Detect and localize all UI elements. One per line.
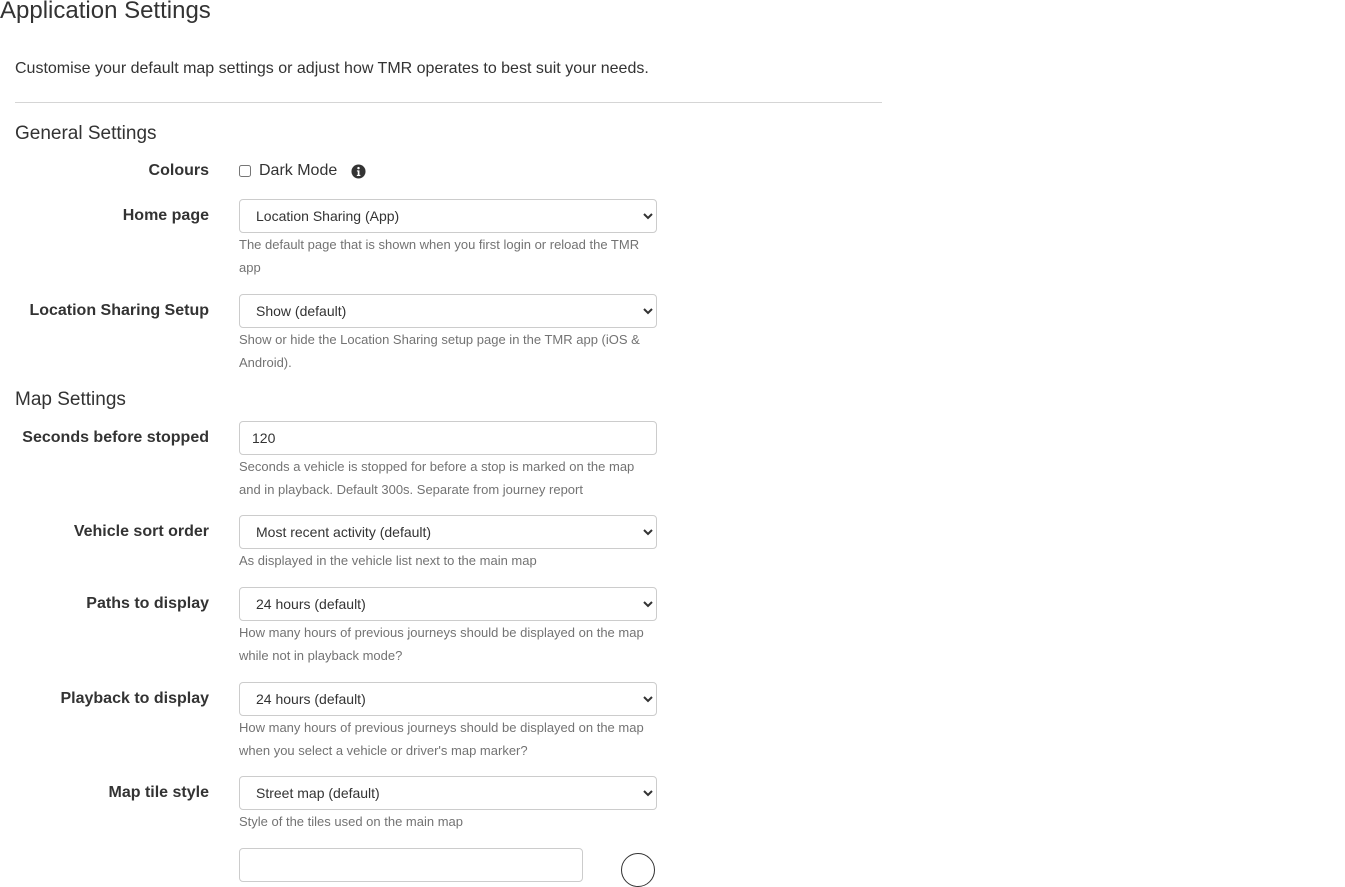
- next-setting-control[interactable]: [239, 848, 583, 882]
- sort-order-label: Vehicle sort order: [73, 523, 209, 540]
- page-intro: Customise your default map settings or a…: [15, 60, 649, 77]
- info-circle-icon[interactable]: [351, 163, 366, 179]
- tile-style-help: Style of the tiles used on the main map: [239, 814, 464, 829]
- location-sharing-help: Show or hide the Location Sharing setup …: [239, 332, 640, 370]
- seconds-stopped-help: Seconds a vehicle is stopped for before …: [239, 459, 635, 497]
- playback-select[interactable]: 24 hours (default): [239, 682, 657, 716]
- dark-mode-checkbox[interactable]: [239, 165, 251, 177]
- dark-mode-row: Dark Mode: [239, 161, 366, 181]
- seconds-stopped-input[interactable]: [239, 421, 657, 455]
- paths-select[interactable]: 24 hours (default): [239, 587, 657, 621]
- paths-help: How many hours of previous journeys shou…: [239, 625, 644, 663]
- tile-style-select[interactable]: Street map (default): [239, 776, 657, 810]
- general-settings-title: General Settings: [15, 123, 157, 144]
- map-settings-title: Map Settings: [15, 389, 126, 410]
- sort-order-help: As displayed in the vehicle list next to…: [239, 553, 537, 568]
- playback-help: How many hours of previous journeys shou…: [239, 720, 644, 758]
- tile-style-label: Map tile style: [108, 784, 209, 801]
- location-sharing-label: Location Sharing Setup: [29, 302, 209, 319]
- home-page-help: The default page that is shown when you …: [239, 237, 640, 275]
- dark-mode-label[interactable]: Dark Mode: [259, 162, 337, 180]
- colours-label: Colours: [148, 162, 209, 179]
- paths-label: Paths to display: [86, 595, 209, 612]
- home-page-select[interactable]: Location Sharing (App): [239, 199, 657, 233]
- divider: [15, 102, 882, 103]
- playback-label: Playback to display: [60, 690, 209, 707]
- location-sharing-select[interactable]: Show (default): [239, 294, 657, 328]
- page-title: Application Settings: [0, 0, 211, 24]
- next-setting-circle-button[interactable]: [621, 853, 655, 887]
- sort-order-select[interactable]: Most recent activity (default): [239, 515, 657, 549]
- home-page-label: Home page: [122, 207, 209, 224]
- seconds-stopped-label: Seconds before stopped: [22, 429, 209, 446]
